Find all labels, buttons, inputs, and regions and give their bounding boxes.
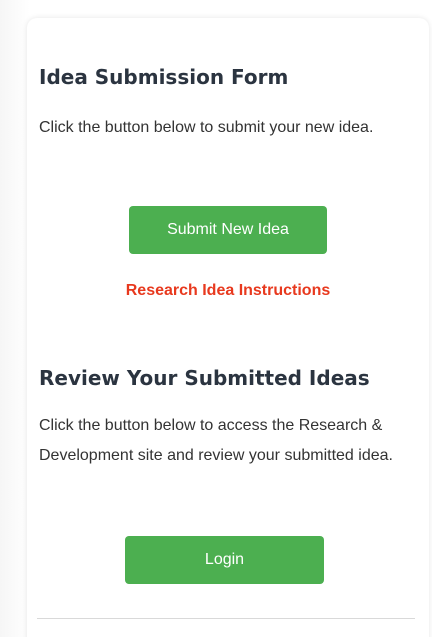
section-divider (37, 618, 415, 619)
page: Idea Submission Form Click the button be… (0, 0, 432, 637)
submit-new-idea-button[interactable]: Submit New Idea (129, 206, 327, 254)
review-description: Click the button below to access the Res… (39, 417, 393, 464)
submission-form-title: Idea Submission Form (39, 65, 289, 89)
login-button[interactable]: Login (125, 536, 324, 584)
review-ideas-title: Review Your Submitted Ideas (39, 366, 370, 390)
submission-description: Click the button below to submit your ne… (39, 119, 374, 136)
research-idea-instructions-link[interactable]: Research Idea Instructions (27, 282, 429, 300)
content-card: Idea Submission Form Click the button be… (27, 18, 429, 637)
